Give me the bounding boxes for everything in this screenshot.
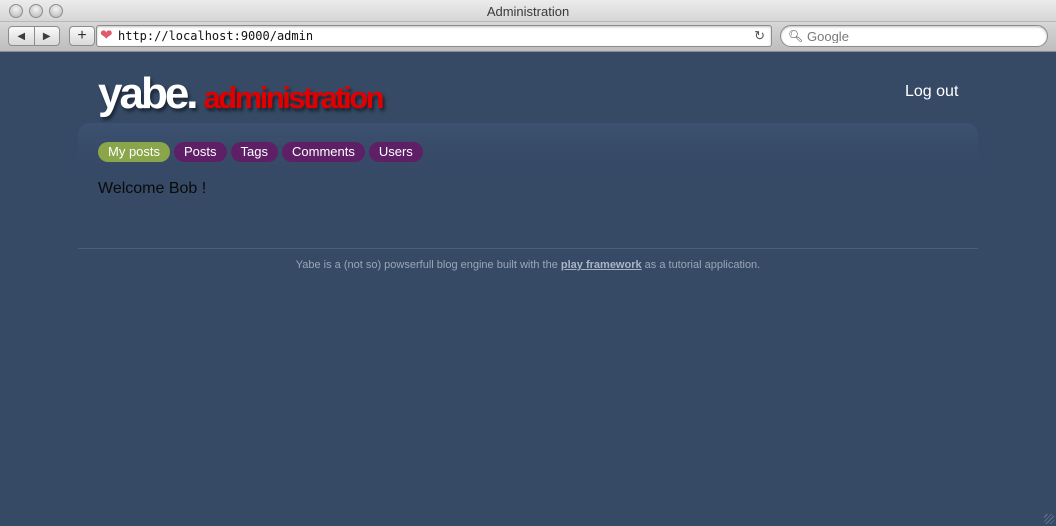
window-title: Administration [486,4,570,19]
footer-text-before: Yabe is a (not so) powserfull blog engin… [295,259,561,271]
browser-toolbar: ◀ ▶ + ❤ http://localhost:9000/admin ↻ 🔍︎ [0,22,1056,52]
page-content: yabe. administration Log out My posts Pos… [0,53,1056,526]
search-field[interactable]: 🔍︎ [780,25,1048,47]
url-text[interactable]: http://localhost:9000/admin [118,29,313,43]
add-bookmark-button[interactable]: + [69,26,95,46]
footer-divider [78,248,978,249]
window-resize-grip[interactable] [1044,514,1054,524]
play-framework-link[interactable]: play framework [561,259,642,271]
tab-my-posts[interactable]: My posts [98,142,171,162]
magnifier-icon[interactable]: 🔍︎ [788,29,803,43]
footer: Yabe is a (not so) powserfull blog engin… [0,259,1056,271]
heart-icon: ❤ [100,27,113,44]
forward-arrow-icon: ▶ [42,30,51,42]
plus-icon: + [77,27,87,44]
forward-button[interactable]: ▶ [33,27,60,45]
footer-text-after: as a tutorial application. [641,259,761,271]
tab-users[interactable]: Users [368,142,423,162]
admin-tabs: My posts Posts Tags Comments Users [98,142,423,162]
back-arrow-icon: ◀ [17,30,26,42]
address-bar[interactable]: ❤ http://localhost:9000/admin ↻ [96,25,772,47]
search-input[interactable] [807,29,1037,43]
navigation-buttons: ◀ ▶ [8,26,60,46]
welcome-message: Welcome Bob ! [98,180,207,197]
tab-posts[interactable]: Posts [174,142,227,162]
logout-link[interactable]: Log out [905,83,958,101]
tab-tags[interactable]: Tags [230,142,278,162]
logo-main-text: yabe. [98,69,199,118]
nav-panel [78,123,978,243]
logo-sub-text: administration [203,80,385,115]
window-titlebar: Administration [0,0,1056,22]
reload-icon[interactable]: ↻ [754,28,765,44]
back-button[interactable]: ◀ [9,27,34,45]
site-logo: yabe. administration [98,69,385,119]
tab-comments[interactable]: Comments [282,142,365,162]
